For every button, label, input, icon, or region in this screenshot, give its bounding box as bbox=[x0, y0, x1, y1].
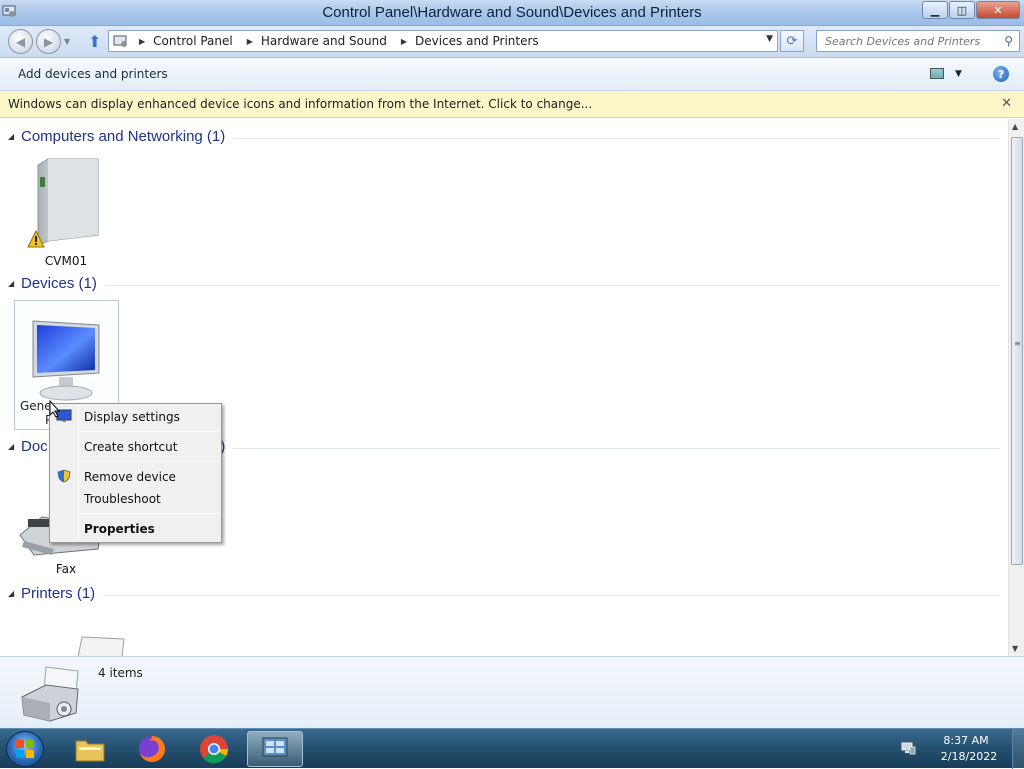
monitor-icon bbox=[32, 320, 100, 401]
computer-tower-icon bbox=[27, 158, 99, 248]
scroll-down-icon[interactable]: ▼ bbox=[1012, 644, 1018, 653]
help-button[interactable]: ? bbox=[993, 66, 1009, 82]
menu-gutter bbox=[78, 406, 79, 540]
forward-arrow-icon: ▶ bbox=[43, 34, 54, 49]
context-menu: Display settings Create shortcut Remove … bbox=[49, 403, 222, 543]
help-icon: ? bbox=[997, 67, 1005, 81]
group-header-printers[interactable]: ◢ Printers (1) bbox=[0, 584, 1008, 606]
scroll-grip-icon: ≡ bbox=[1014, 339, 1021, 348]
group-title: Computers and Networking (1) bbox=[21, 128, 234, 145]
menu-item-create-shortcut[interactable]: Create shortcut bbox=[84, 440, 177, 454]
windows-logo-icon bbox=[16, 740, 34, 758]
menu-item-remove-device[interactable]: Remove device bbox=[84, 470, 176, 484]
mouse-cursor-icon bbox=[49, 400, 61, 418]
view-options-dropdown-icon[interactable]: ▼ bbox=[955, 69, 962, 79]
chrome-icon bbox=[200, 735, 228, 764]
taskbar-chrome-button[interactable] bbox=[186, 731, 242, 767]
collapse-triangle-icon[interactable]: ◢ bbox=[8, 589, 14, 598]
clock-time[interactable]: 8:37 AM bbox=[936, 734, 996, 747]
recent-pages-dropdown-icon[interactable]: ▼ bbox=[64, 37, 70, 46]
details-pane: 4 items bbox=[0, 656, 1024, 728]
forward-button[interactable]: ▶ bbox=[36, 29, 61, 54]
minimize-icon: ▁ bbox=[930, 3, 940, 17]
device-label: Gene bbox=[20, 399, 52, 413]
taskbar: 8:37 AM 2/18/2022 bbox=[0, 728, 1024, 769]
minimize-button[interactable]: ▁ bbox=[922, 1, 948, 19]
firefox-icon bbox=[139, 736, 165, 762]
collapse-triangle-icon[interactable]: ◢ bbox=[8, 442, 14, 451]
menu-separator bbox=[80, 431, 219, 432]
refresh-icon: ⟳ bbox=[786, 33, 798, 49]
group-title: Devices (1) bbox=[21, 275, 105, 292]
device-label: Fax bbox=[55, 562, 77, 576]
restore-button[interactable]: ◫ bbox=[949, 1, 975, 19]
devices-and-printers-icon bbox=[262, 737, 288, 757]
devices-pane: ◢ Computers and Networking (1) CVM01 ◢ D… bbox=[0, 119, 1008, 656]
group-divider bbox=[21, 595, 1000, 596]
search-box[interactable]: ⚲ bbox=[816, 30, 1020, 52]
device-item-cvm01[interactable]: CVM01 bbox=[14, 157, 118, 268]
network-icon[interactable] bbox=[900, 741, 916, 755]
info-bar-close-icon[interactable]: ✕ bbox=[1001, 96, 1012, 111]
up-arrow-icon[interactable]: ⬆ bbox=[88, 32, 101, 51]
group-title: Printers (1) bbox=[21, 585, 104, 602]
add-devices-button[interactable]: Add devices and printers bbox=[18, 67, 168, 81]
address-dropdown-icon[interactable]: ▼ bbox=[766, 34, 773, 44]
close-icon: ✕ bbox=[993, 3, 1003, 17]
group-divider bbox=[21, 285, 1000, 286]
breadcrumb: ▶ Control Panel ▶ Hardware and Sound ▶ D… bbox=[133, 34, 539, 48]
breadcrumb-hardware-and-sound[interactable]: Hardware and Sound bbox=[261, 34, 387, 48]
group-header-computers[interactable]: ◢ Computers and Networking (1) bbox=[0, 127, 1008, 149]
scroll-up-icon[interactable]: ▲ bbox=[1012, 122, 1018, 131]
menu-separator bbox=[80, 461, 219, 462]
menu-item-troubleshoot[interactable]: Troubleshoot bbox=[84, 492, 161, 506]
restore-icon: ◫ bbox=[956, 3, 968, 17]
breadcrumb-chevron-icon[interactable]: ▶ bbox=[247, 37, 253, 46]
breadcrumb-control-panel[interactable]: Control Panel bbox=[153, 34, 233, 48]
command-bar: Add devices and printers ▼ ? bbox=[0, 58, 1024, 91]
address-bar[interactable]: ▶ Control Panel ▶ Hardware and Sound ▶ D… bbox=[108, 30, 778, 52]
close-button[interactable]: ✕ bbox=[976, 1, 1020, 19]
breadcrumb-chevron-icon[interactable]: ▶ bbox=[401, 37, 407, 46]
menu-item-display-settings[interactable]: Display settings bbox=[84, 410, 180, 424]
change-view-icon[interactable] bbox=[930, 68, 944, 79]
uac-shield-icon bbox=[57, 469, 71, 483]
menu-separator bbox=[80, 513, 219, 514]
breadcrumb-devices-and-printers[interactable]: Devices and Printers bbox=[415, 34, 539, 48]
system-tray: 8:37 AM 2/18/2022 bbox=[900, 729, 1024, 769]
group-header-devices[interactable]: ◢ Devices (1) bbox=[0, 274, 1008, 296]
taskbar-explorer-button[interactable] bbox=[62, 731, 118, 767]
device-item-printer[interactable] bbox=[40, 635, 144, 656]
back-button[interactable]: ◀ bbox=[8, 29, 33, 54]
breadcrumb-chevron-icon[interactable]: ▶ bbox=[139, 37, 145, 46]
collapse-triangle-icon[interactable]: ◢ bbox=[8, 279, 14, 288]
control-panel-icon bbox=[113, 35, 127, 47]
window-title: Control Panel\Hardware and Sound\Devices… bbox=[322, 4, 702, 21]
device-label: CVM01 bbox=[44, 254, 88, 268]
taskbar-control-panel-button[interactable] bbox=[247, 731, 303, 767]
vertical-scrollbar[interactable]: ▲ ≡ ▼ bbox=[1008, 119, 1024, 656]
back-arrow-icon: ◀ bbox=[15, 34, 26, 49]
item-count: 4 items bbox=[98, 666, 143, 680]
navigation-bar: ◀ ▶ ▼ ⬆ ▶ Control Panel ▶ Hardware and S… bbox=[0, 26, 1024, 58]
printer-icon bbox=[77, 636, 125, 656]
info-bar-message[interactable]: Windows can display enhanced device icon… bbox=[8, 97, 592, 111]
taskbar-firefox-button[interactable] bbox=[124, 731, 180, 767]
title-bar: Control Panel\Hardware and Sound\Devices… bbox=[0, 0, 1024, 26]
info-bar[interactable]: Windows can display enhanced device icon… bbox=[0, 91, 1024, 118]
refresh-button[interactable]: ⟳ bbox=[780, 30, 804, 52]
search-input[interactable] bbox=[825, 34, 995, 48]
collapse-triangle-icon[interactable]: ◢ bbox=[8, 132, 14, 141]
folder-icon bbox=[75, 740, 105, 762]
search-icon[interactable]: ⚲ bbox=[1004, 34, 1013, 48]
clock-date[interactable]: 2/18/2022 bbox=[936, 750, 1002, 763]
scrollbar-thumb[interactable] bbox=[1011, 137, 1023, 565]
show-desktop-button[interactable] bbox=[1012, 729, 1024, 769]
menu-item-properties[interactable]: Properties bbox=[84, 522, 155, 536]
start-button[interactable] bbox=[6, 731, 44, 767]
printer-icon bbox=[21, 666, 79, 722]
